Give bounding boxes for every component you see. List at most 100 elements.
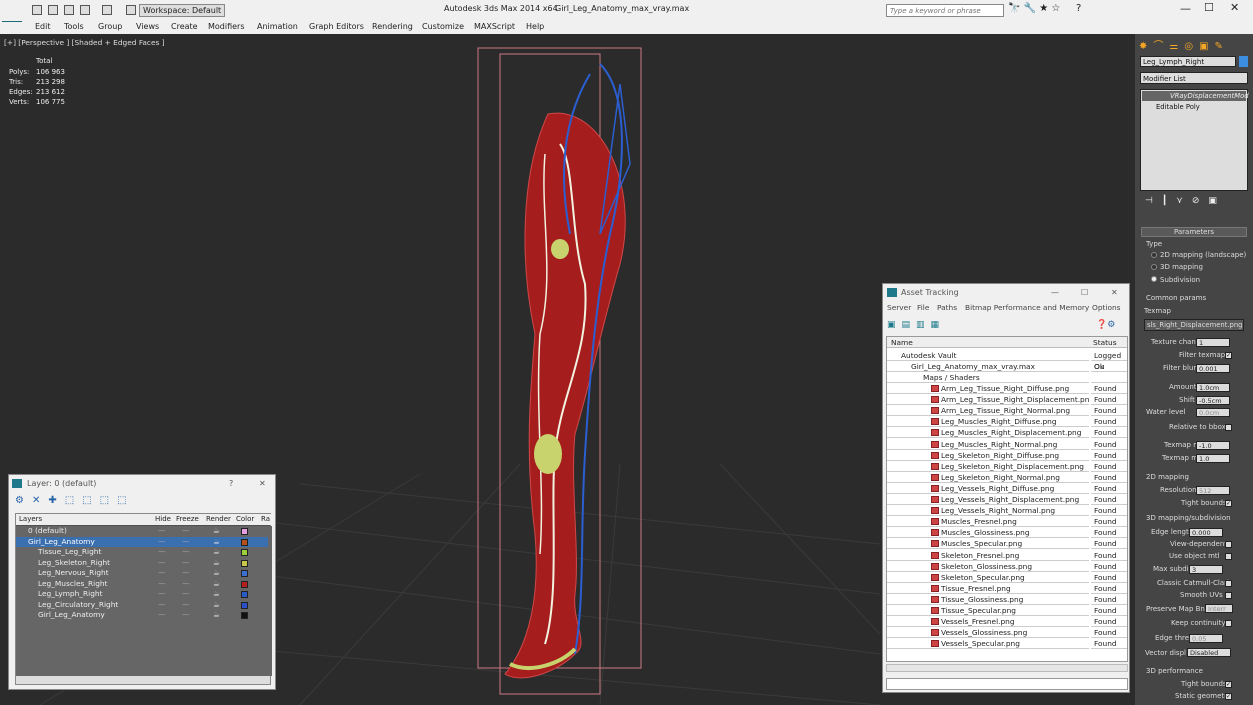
asset-row[interactable]: Tissue_Specular.png Found [887, 605, 1127, 616]
freeze-toggle[interactable]: — [182, 568, 189, 579]
object-color-swatch[interactable] [1239, 56, 1248, 67]
hide-toggle[interactable]: — [158, 547, 165, 558]
asset-path-field[interactable] [886, 678, 1128, 690]
open-file-icon[interactable] [48, 5, 58, 15]
layer-color-swatch[interactable] [241, 549, 248, 556]
freeze-toggle[interactable]: — [182, 589, 189, 600]
relative-bbox-checkbox[interactable] [1225, 424, 1232, 431]
stack-item-vraydisp[interactable]: VRayDisplacementMod [1142, 91, 1249, 101]
layer-color-swatch[interactable] [241, 538, 248, 546]
layer-color-swatch[interactable] [241, 570, 248, 577]
col-layers[interactable]: Layers [19, 514, 42, 525]
smooth-uvs-checkbox[interactable] [1225, 592, 1232, 599]
menu-help[interactable]: Help [526, 22, 544, 31]
help-icon[interactable]: ? [1076, 3, 1081, 14]
menu-modifiers[interactable]: Modifiers [208, 22, 245, 31]
render-teapot-icon[interactable]: ☕ [213, 547, 220, 558]
layer-color-swatch[interactable] [241, 601, 248, 609]
freeze-toggle[interactable]: — [182, 610, 189, 621]
asset-menu-options[interactable]: Options [1092, 303, 1121, 312]
menu-views[interactable]: Views [136, 22, 159, 31]
tight-bounds-checkbox[interactable]: ✓ [1225, 500, 1232, 507]
hide-toggle[interactable]: — [158, 589, 165, 600]
hide-toggle[interactable]: — [158, 526, 165, 537]
minimize-icon[interactable]: — [1051, 284, 1059, 301]
asset-toolbar[interactable]: ▣▤▥▦ [887, 320, 945, 330]
parameters-rollout-header[interactable]: Parameters [1141, 227, 1247, 237]
menu-maxscript[interactable]: MAXScript [474, 22, 515, 31]
menu-graph-editors[interactable]: Graph Editors [309, 22, 364, 31]
new-file-icon[interactable] [32, 5, 42, 15]
col-freeze[interactable]: Freeze [176, 514, 199, 525]
asset-row[interactable]: Vessels_Fresnel.png Found [887, 616, 1127, 628]
texmap-max-spinner[interactable]: 1.0 [1196, 454, 1230, 463]
col-hide[interactable]: Hide [155, 514, 171, 525]
asset-row[interactable]: Muscles_Glossiness.png Found [887, 527, 1127, 539]
viewport-label[interactable]: [+] [Perspective ] [Shaded + Edged Faces… [4, 38, 165, 47]
close-icon[interactable]: ✕ [1111, 284, 1118, 301]
hide-toggle[interactable]: — [158, 579, 165, 590]
hide-toggle[interactable]: — [158, 558, 165, 569]
modifier-stack[interactable]: VRayDisplacementMod Editable Poly [1140, 89, 1249, 191]
static-geometry-checkbox[interactable]: ✓ [1225, 693, 1232, 700]
asset-menu-server[interactable]: Server [887, 303, 911, 312]
classic-cc-checkbox[interactable] [1225, 580, 1232, 587]
asset-row[interactable]: Vessels_Specular.png Found [887, 638, 1127, 650]
infocenter-icons[interactable]: 🔭 🔧 ★ ☆ [1008, 3, 1060, 14]
texmap-min-spinner[interactable]: -1.0 [1196, 441, 1230, 450]
render-teapot-icon[interactable]: ☕ [213, 589, 220, 600]
minimize-icon[interactable]: — [1180, 2, 1191, 15]
texmap-button[interactable]: sls_Right_Displacement.png) [1144, 319, 1244, 331]
view-dependent-checkbox[interactable] [1225, 541, 1232, 548]
asset-row[interactable]: Leg_Muscles_Right_Diffuse.png Found [887, 416, 1127, 428]
close-icon[interactable]: ✕ [259, 475, 266, 492]
object-name-field[interactable]: Leg_Lymph_Right [1140, 56, 1236, 67]
asset-row[interactable]: Muscles_Specular.png Found [887, 538, 1127, 550]
asset-row[interactable]: Arm_Leg_Tissue_Right_Diffuse.png Found [887, 383, 1127, 394]
layer-color-swatch[interactable] [241, 580, 248, 588]
layer-scrollbar[interactable] [16, 676, 270, 684]
layer-row[interactable]: Leg_Muscles_Right — — ☕ [16, 579, 268, 590]
asset-file-row[interactable]: Girl_Leg_Anatomy_max_vray.max [887, 361, 1089, 372]
layer-toolbar[interactable]: ⚙✕✚⬚⬚⬚⬚ [15, 495, 135, 506]
asset-menu-file[interactable]: File [917, 303, 929, 312]
leg-model[interactable] [504, 63, 631, 679]
freeze-toggle[interactable]: — [182, 537, 189, 548]
menu-group[interactable]: Group [98, 22, 122, 31]
save-icon[interactable] [64, 5, 74, 15]
menu-rendering[interactable]: Rendering [372, 22, 413, 31]
asset-row[interactable]: Leg_Vessels_Right_Displacement.png Found [887, 494, 1127, 505]
render-teapot-icon[interactable]: ☕ [213, 600, 220, 611]
layer-row[interactable]: Tissue_Leg_Right — — ☕ [16, 547, 268, 558]
water-level-spinner[interactable]: 0.0cm [1196, 408, 1230, 417]
asset-scrollbar[interactable] [886, 664, 1128, 672]
asset-row[interactable]: Arm_Leg_Tissue_Right_Normal.png Found [887, 405, 1127, 417]
redo-icon[interactable] [102, 5, 112, 15]
layer-list[interactable]: Layers Hide Freeze Render Color Ra 0 (de… [15, 513, 272, 685]
undo-icon[interactable] [80, 5, 90, 15]
col-status[interactable]: Status [1093, 337, 1117, 348]
menu-customize[interactable]: Customize [422, 22, 464, 31]
asset-row[interactable]: Leg_Vessels_Right_Diffuse.png Found [887, 483, 1127, 494]
menu-animation[interactable]: Animation [257, 22, 298, 31]
menu-create[interactable]: Create [171, 22, 198, 31]
layer-row[interactable]: Leg_Circulatory_Right — — ☕ [16, 600, 268, 611]
amount-spinner[interactable]: 1.0cm [1196, 383, 1230, 392]
layer-row[interactable]: Leg_Skeleton_Right — — ☕ [16, 558, 268, 569]
shift-spinner[interactable]: -0.5cm [1196, 396, 1230, 405]
filter-blur-spinner[interactable]: 0.001 [1196, 364, 1230, 373]
command-panel-tabs[interactable]: ✸⌒⚌◎▣✎ [1139, 37, 1229, 52]
hide-toggle[interactable]: — [158, 610, 165, 621]
help-icon[interactable]: ? [229, 475, 233, 492]
asset-row[interactable]: Leg_Vessels_Right_Normal.png Found [887, 505, 1127, 517]
layer-row[interactable]: Girl_Leg_Anatomy — — ☕ [16, 610, 268, 621]
layer-color-swatch[interactable] [241, 591, 248, 598]
asset-row[interactable]: Leg_Skeleton_Right_Diffuse.png Found [887, 450, 1127, 461]
filter-texmap-checkbox[interactable]: ✓ [1225, 352, 1232, 359]
render-teapot-icon[interactable]: ☕ [213, 610, 220, 621]
asset-row[interactable]: Muscles_Fresnel.png Found [887, 516, 1127, 528]
layer-row[interactable]: 0 (default) — — ☕ [16, 526, 268, 537]
asset-row[interactable]: Skeleton_Glossiness.png Found [887, 561, 1127, 572]
hide-toggle[interactable]: — [158, 568, 165, 579]
asset-row[interactable]: Vessels_Glossiness.png Found [887, 627, 1127, 639]
